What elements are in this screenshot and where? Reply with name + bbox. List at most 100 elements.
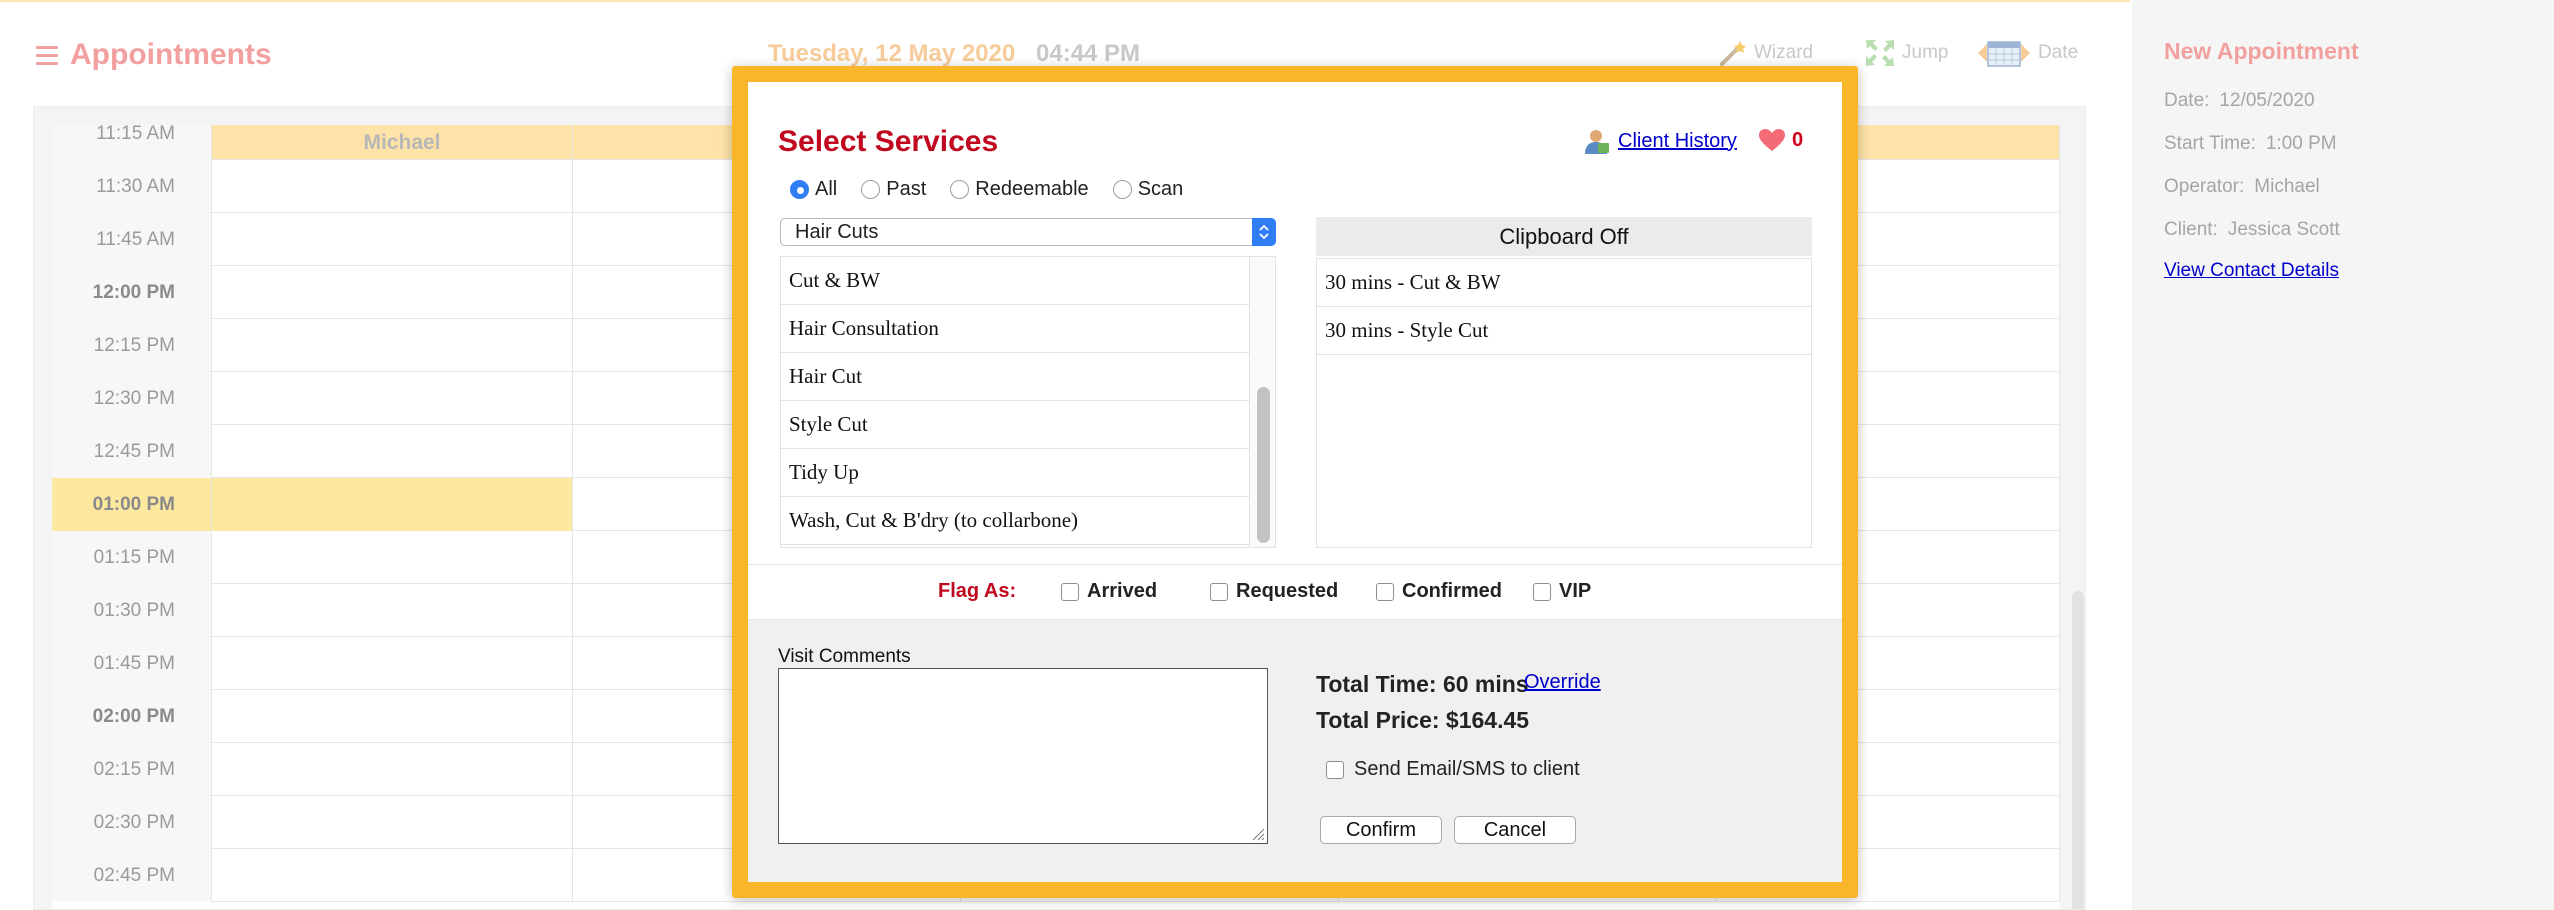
- flag-requested-checkbox[interactable]: Requested: [1210, 580, 1338, 603]
- time-slot[interactable]: [212, 266, 573, 319]
- override-link[interactable]: Override: [1524, 671, 1601, 694]
- selected-services-list: 30 mins - Cut & BW 30 mins - Style Cut: [1316, 258, 1812, 548]
- client-person-icon: [1585, 130, 1609, 154]
- filter-scan-radio[interactable]: Scan: [1112, 178, 1184, 201]
- time-label: 02:00 PM: [52, 690, 212, 743]
- selected-service-item[interactable]: 30 mins - Cut & BW: [1317, 259, 1811, 307]
- totals: Total Time: 60 mins Total Price: $164.45: [1316, 666, 1529, 738]
- flag-arrived-checkbox[interactable]: Arrived: [1061, 580, 1157, 603]
- appointment-client: Client: Jessica Scott: [2164, 219, 2340, 241]
- service-list: Cut & BW Hair Consultation Hair Cut Style C…: [780, 256, 1276, 548]
- service-list-scrollbar[interactable]: [1249, 257, 1275, 547]
- service-filter: All Past Redeemable Scan: [790, 178, 1207, 201]
- time-slot[interactable]: [212, 584, 573, 637]
- confirm-button[interactable]: Confirm: [1320, 816, 1442, 844]
- flag-vip-checkbox[interactable]: VIP: [1533, 580, 1591, 603]
- filter-redeemable-radio[interactable]: Redeemable: [950, 178, 1089, 201]
- start-time-label: Start Time:: [2164, 133, 2256, 154]
- client-history[interactable]: Client History: [1584, 128, 1737, 154]
- time-slot[interactable]: [212, 690, 573, 743]
- new-appointment-title: New Appointment: [2164, 38, 2359, 64]
- new-appointment-panel: New Appointment Date: 12/05/2020 Start Ti…: [2132, 0, 2554, 910]
- date-label: Date: [2038, 42, 2079, 63]
- checkbox-box[interactable]: [1533, 582, 1551, 601]
- wizard-button[interactable]: Wizard: [1718, 38, 1813, 68]
- service-list-item[interactable]: Hair Cut: [781, 353, 1251, 401]
- category-value: Hair Cuts: [795, 221, 879, 243]
- operator-value: Michael: [2254, 176, 2320, 197]
- date-value: 12/05/2020: [2219, 90, 2315, 111]
- time-slot[interactable]: [212, 372, 573, 425]
- service-list-item[interactable]: Style Cut: [781, 401, 1251, 449]
- total-price: Total Price: $164.45: [1316, 707, 1530, 733]
- checkbox-box[interactable]: [1061, 582, 1079, 601]
- time-label: 12:00 PM: [52, 266, 212, 319]
- time-slot[interactable]: [212, 425, 573, 478]
- visit-details: Visit Comments Total Time: 60 mins Total…: [748, 620, 1842, 882]
- service-list-item[interactable]: Hair Consultation: [781, 305, 1251, 353]
- jump-label: Jump: [1902, 42, 1949, 63]
- time-slot[interactable]: [212, 531, 573, 584]
- selected-service-item[interactable]: 30 mins - Style Cut: [1317, 307, 1811, 355]
- filter-redeemable-label: Redeemable: [975, 178, 1089, 200]
- filter-all-label: All: [815, 178, 838, 200]
- checkbox-box[interactable]: [1210, 582, 1228, 601]
- top-stripe: [0, 0, 2130, 2]
- service-list-item[interactable]: Cut & BW: [781, 257, 1251, 305]
- send-checkbox-box[interactable]: [1326, 760, 1344, 779]
- filter-all-radio[interactable]: All: [790, 178, 837, 201]
- appointment-start-time: Start Time: 1:00 PM: [2164, 133, 2337, 155]
- filter-past-label: Past: [886, 178, 927, 200]
- select-chevron-icon: [1252, 218, 1276, 246]
- calendar-icon: [1978, 41, 2030, 67]
- time-slot[interactable]: [212, 796, 573, 849]
- filter-scan-label: Scan: [1137, 178, 1184, 200]
- calendar-scrollbar[interactable]: [2072, 591, 2084, 909]
- service-list-scroll-thumb[interactable]: [1257, 387, 1270, 543]
- appointment-operator: Operator: Michael: [2164, 176, 2320, 198]
- time-label: 12:30 PM: [52, 372, 212, 425]
- checkbox-box[interactable]: [1376, 582, 1394, 601]
- view-contact-details-link[interactable]: View Contact Details: [2164, 260, 2339, 282]
- date-button[interactable]: Date: [1976, 38, 2078, 68]
- wizard-label: Wizard: [1754, 42, 1814, 63]
- modal-content: Select Services Client History 0 All Pas…: [748, 82, 1842, 882]
- time-slot[interactable]: [212, 743, 573, 796]
- favourites-count: 0: [1792, 128, 1804, 151]
- filter-past-radio[interactable]: Past: [861, 178, 926, 201]
- time-label: 12:15 PM: [52, 319, 212, 372]
- time-slot[interactable]: [212, 160, 573, 213]
- jump-button[interactable]: Jump: [1864, 38, 1948, 68]
- time-slot[interactable]: [212, 125, 573, 160]
- client-history-link[interactable]: Client History: [1618, 130, 1737, 153]
- time-label: 02:30 PM: [52, 796, 212, 849]
- time-slot[interactable]: [212, 637, 573, 690]
- flag-bar: Flag As: Arrived Requested Confirmed VIP: [748, 564, 1842, 620]
- menu-icon[interactable]: [36, 46, 58, 66]
- time-slot[interactable]: [212, 849, 573, 902]
- resize-handle-icon[interactable]: [1251, 827, 1265, 841]
- time-label: 12:45 PM: [52, 425, 212, 478]
- wand-icon: [1720, 41, 1746, 66]
- time-slot[interactable]: [212, 319, 573, 372]
- page-title: Appointments: [70, 38, 272, 71]
- send-notification-checkbox[interactable]: Send Email/SMS to client: [1326, 758, 1580, 781]
- time-label: 02:15 PM: [52, 743, 212, 796]
- service-list-item[interactable]: Wash, Cut & B'dry (to collarbone): [781, 497, 1251, 545]
- total-time: Total Time: 60 mins: [1316, 671, 1529, 697]
- cancel-button[interactable]: Cancel: [1454, 816, 1576, 844]
- visit-comments-label: Visit Comments: [778, 646, 911, 667]
- favourites[interactable]: 0: [1758, 128, 1803, 152]
- flag-label-text: Requested: [1236, 580, 1339, 602]
- client-label: Client:: [2164, 219, 2218, 240]
- flag-confirmed-checkbox[interactable]: Confirmed: [1376, 580, 1502, 603]
- time-label: 02:45 PM: [52, 849, 212, 902]
- service-list-item[interactable]: Tidy Up: [781, 449, 1251, 497]
- clipboard-toggle[interactable]: Clipboard Off: [1316, 217, 1812, 256]
- header-date: Tuesday, 12 May 2020: [768, 40, 1016, 67]
- category-select[interactable]: Hair Cuts: [780, 218, 1276, 246]
- time-slot[interactable]: [212, 478, 573, 531]
- expand-arrows-icon: [1866, 40, 1894, 66]
- visit-comments-textarea[interactable]: [778, 668, 1268, 844]
- time-slot[interactable]: [212, 213, 573, 266]
